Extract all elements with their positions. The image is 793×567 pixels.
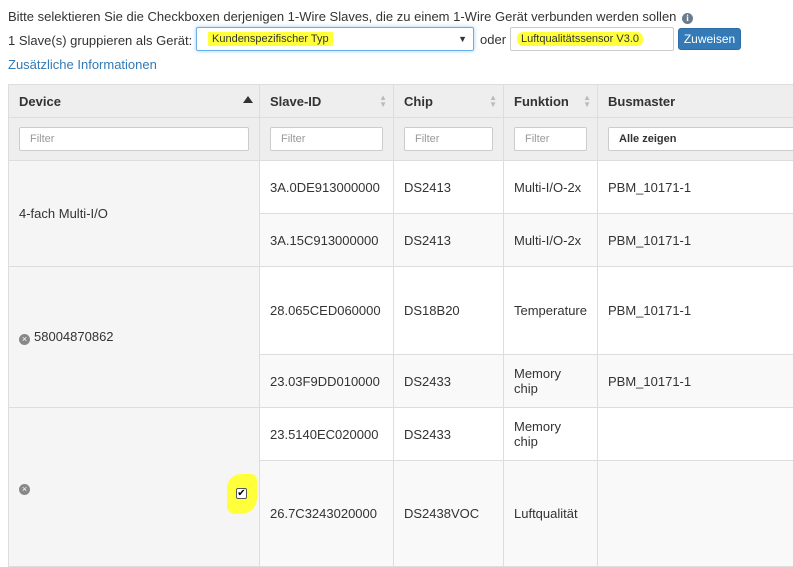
filter-cell-slave-id: Filter — [260, 118, 394, 161]
chip-cell: DS2438VOC — [394, 461, 504, 567]
filter-select-busmaster[interactable]: Alle zeigen — [608, 127, 793, 151]
col-header-chip-label: Chip — [404, 94, 433, 109]
busmaster-cell: PBM_10171-1 — [598, 355, 793, 408]
info-icon[interactable]: i — [682, 13, 693, 24]
table-row[interactable]: × 58004870862 28.065CED060000 DS18B20 Tem… — [9, 267, 793, 355]
function-cell: Luftqualität — [504, 461, 598, 567]
filter-cell-device: Filter — [9, 118, 260, 161]
function-cell: Multi-I/O-2x — [504, 214, 598, 267]
chip-cell: DS2413 — [394, 161, 504, 214]
filter-input-chip[interactable]: Filter — [404, 127, 493, 151]
sort-both-icon: ▲▼ — [489, 94, 497, 108]
col-header-function[interactable]: Funktion ▲▼ — [504, 85, 598, 118]
col-header-busmaster-label: Busmaster — [608, 94, 675, 109]
col-header-slave-id-label: Slave-ID — [270, 94, 321, 109]
filter-cell-busmaster: Alle zeigen — [598, 118, 793, 161]
instruction-text: Bitte selektieren Sie die Checkboxen der… — [8, 9, 693, 24]
function-cell: Memory chip — [504, 408, 598, 461]
table-row[interactable]: × ✔ 23.5140EC020000 DS2433 Memory chip — [9, 408, 793, 461]
slave-id-cell: 26.7C3243020000 — [260, 461, 394, 567]
col-header-chip[interactable]: Chip ▲▼ — [394, 85, 504, 118]
col-header-busmaster[interactable]: Busmaster — [598, 85, 793, 118]
device-type-select[interactable]: Kundenspezifischer Typ ▼ — [196, 27, 474, 51]
device-name: 4-fach Multi-I/O — [19, 206, 108, 221]
assign-button[interactable]: Zuweisen — [678, 28, 741, 50]
slave-id-cell: 23.5140EC020000 — [260, 408, 394, 461]
slave-id-cell: 23.03F9DD010000 — [260, 355, 394, 408]
col-header-device[interactable]: Device — [9, 85, 260, 118]
chip-cell: DS2433 — [394, 408, 504, 461]
busmaster-cell: PBM_10171-1 — [598, 267, 793, 355]
instruction-label: Bitte selektieren Sie die Checkboxen der… — [8, 9, 676, 24]
busmaster-cell — [598, 461, 793, 567]
filter-input-function[interactable]: Filter — [514, 127, 587, 151]
device-cell: × 58004870862 — [9, 267, 260, 408]
busmaster-cell — [598, 408, 793, 461]
device-cell: × ✔ — [9, 408, 260, 567]
slave-checkbox[interactable]: ✔ — [236, 488, 247, 499]
group-row: 1 Slave(s) gruppieren als Gerät: — [8, 27, 192, 53]
chevron-down-icon: ▼ — [458, 34, 467, 44]
chip-cell: DS2433 — [394, 355, 504, 408]
group-label: 1 Slave(s) gruppieren als Gerät: — [8, 33, 192, 48]
slave-id-cell: 3A.15C913000000 — [260, 214, 394, 267]
checkbox-highlight: ✔ — [227, 474, 257, 514]
remove-icon[interactable]: × — [19, 484, 30, 495]
filter-input-slave-id[interactable]: Filter — [270, 127, 383, 151]
slave-id-cell: 3A.0DE913000000 — [260, 161, 394, 214]
sort-both-icon: ▲▼ — [583, 94, 591, 108]
device-cell: 4-fach Multi-I/O — [9, 161, 260, 267]
slave-id-cell: 28.065CED060000 — [260, 267, 394, 355]
existing-device-input[interactable]: Luftqualitätssensor V3.0 — [510, 27, 674, 51]
function-cell: Temperature — [504, 267, 598, 355]
or-label: oder — [480, 32, 506, 47]
table-row[interactable]: 4-fach Multi-I/O 3A.0DE913000000 DS2413 … — [9, 161, 793, 214]
existing-device-value: Luftqualitätssensor V3.0 — [517, 32, 643, 46]
device-name: 58004870862 — [34, 329, 114, 344]
col-header-function-label: Funktion — [514, 94, 569, 109]
slave-table: Device Slave-ID ▲▼ Chip ▲▼ Funktion ▲▼ B… — [8, 84, 793, 567]
function-cell: Memory chip — [504, 355, 598, 408]
filter-cell-chip: Filter — [394, 118, 504, 161]
sort-both-icon: ▲▼ — [379, 94, 387, 108]
chip-cell: DS2413 — [394, 214, 504, 267]
col-header-slave-id[interactable]: Slave-ID ▲▼ — [260, 85, 394, 118]
busmaster-cell: PBM_10171-1 — [598, 161, 793, 214]
device-type-value: Kundenspezifischer Typ — [208, 32, 333, 46]
busmaster-cell: PBM_10171-1 — [598, 214, 793, 267]
chip-cell: DS18B20 — [394, 267, 504, 355]
filter-input-device[interactable]: Filter — [19, 127, 249, 151]
additional-info-link[interactable]: Zusätzliche Informationen — [8, 57, 157, 72]
sort-asc-icon — [243, 96, 253, 103]
filter-cell-function: Filter — [504, 118, 598, 161]
col-header-device-label: Device — [19, 94, 61, 109]
function-cell: Multi-I/O-2x — [504, 161, 598, 214]
remove-icon[interactable]: × — [19, 334, 30, 345]
